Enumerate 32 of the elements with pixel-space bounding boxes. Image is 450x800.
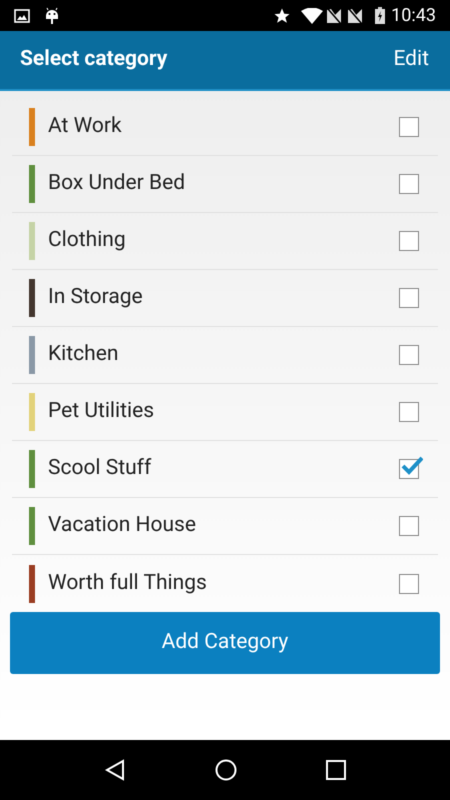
category-label[interactable]: At Work	[48, 111, 399, 143]
checkbox[interactable]	[399, 288, 419, 308]
home-icon[interactable]	[214, 759, 237, 781]
category-label[interactable]: Vacation House	[48, 510, 399, 542]
category-label[interactable]: Clothing	[48, 225, 399, 257]
image-icon	[14, 8, 30, 22]
category-label[interactable]: Box Under Bed	[48, 168, 399, 200]
recents-icon[interactable]	[326, 760, 346, 780]
checkbox[interactable]	[399, 174, 419, 194]
edit-button[interactable]: Edit	[393, 44, 430, 76]
checkbox[interactable]	[399, 117, 419, 137]
checkbox[interactable]	[399, 516, 419, 536]
no-sim-icon	[347, 8, 364, 24]
battery-charging-icon	[375, 7, 386, 24]
app-title: Select category	[20, 46, 168, 74]
status-time: 10:43	[391, 4, 436, 28]
checkbox[interactable]	[399, 231, 419, 251]
android-icon	[44, 6, 60, 24]
no-sim-icon	[326, 8, 342, 24]
check-icon	[401, 455, 423, 475]
checkbox[interactable]	[399, 402, 419, 422]
wifi-icon	[301, 8, 324, 24]
category-label[interactable]: Worth full Things	[48, 568, 399, 600]
add-category-button[interactable]: Add Category	[10, 612, 440, 674]
checkbox[interactable]	[399, 574, 419, 594]
category-label[interactable]: Kitchen	[48, 339, 399, 371]
category-label[interactable]: In Storage	[48, 282, 399, 314]
category-label[interactable]: Pet Utilities	[48, 396, 399, 428]
back-icon[interactable]	[104, 759, 126, 781]
checkbox[interactable]	[399, 345, 419, 365]
star-icon	[273, 6, 292, 24]
category-label[interactable]: Scool Stuff	[48, 453, 399, 485]
